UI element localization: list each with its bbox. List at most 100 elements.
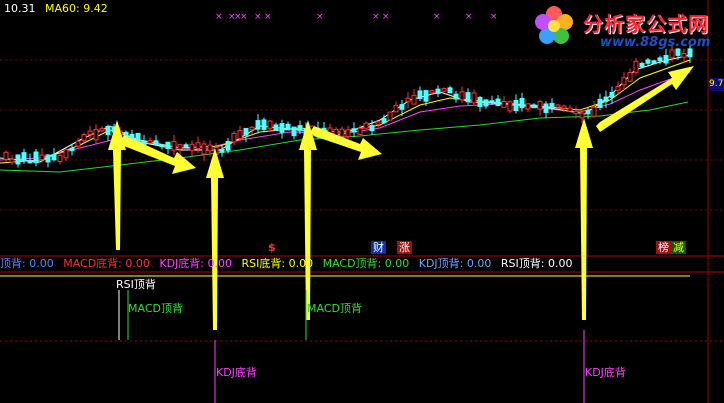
candle-body <box>435 88 441 94</box>
candle-body <box>423 90 429 102</box>
price-label: 10.31 <box>4 2 36 15</box>
indicator-top-div: 顶背: 0.00 <box>0 257 54 270</box>
candles <box>3 43 693 168</box>
candle-body <box>9 158 15 163</box>
candle-body <box>147 140 153 144</box>
cross-marker: × <box>372 12 380 22</box>
event-tag-zhang[interactable]: 涨 <box>397 241 412 254</box>
candle-body <box>165 141 171 150</box>
candle-body <box>261 119 267 130</box>
candle-body <box>471 92 477 104</box>
candle-body <box>507 101 513 112</box>
cross-marker: × <box>465 12 473 22</box>
candle-body <box>489 100 495 104</box>
candle-body <box>183 144 189 148</box>
candle-body <box>93 128 99 141</box>
indicator-kdj-top: KDJ顶背: 0.00 <box>418 257 492 270</box>
candle-body <box>267 120 273 129</box>
candle-body <box>375 121 381 125</box>
logo-url: www.88gs.com <box>600 35 711 50</box>
logo-title: 分析家公式网 <box>583 12 709 36</box>
candle-body <box>27 159 33 164</box>
candle-body <box>543 103 549 113</box>
candle-body <box>477 96 483 107</box>
candle-body <box>159 144 165 148</box>
event-tag-bang[interactable]: 榜 <box>656 241 671 254</box>
ma-legend: 10.31 MA60: 9.42 <box>4 2 108 15</box>
signal-kdj-bottom-1: KDJ底背 <box>216 366 257 379</box>
candle-body <box>177 144 183 150</box>
indicator-macd-top: MACD顶背: 0.00 <box>322 257 410 270</box>
up-arrow-3 <box>299 120 317 320</box>
candle-body <box>21 152 27 162</box>
cross-marker: × <box>264 12 272 22</box>
cross-marker: × <box>382 12 390 22</box>
candle-body <box>537 100 543 110</box>
event-tag-cai[interactable]: 财 <box>371 241 386 254</box>
candle-body <box>237 130 243 140</box>
cross-marker: × <box>490 12 498 22</box>
candle-body <box>399 104 405 110</box>
candle-body <box>69 147 75 152</box>
candle-body <box>99 128 105 132</box>
candle-body <box>579 112 585 119</box>
candle-body <box>447 87 453 94</box>
candle-body <box>63 149 69 159</box>
signal-rsi-top: RSI顶背 <box>116 278 156 291</box>
candle-body <box>615 85 621 91</box>
candle-body <box>87 130 93 135</box>
candle-body <box>459 91 465 101</box>
candle-body <box>195 142 201 150</box>
up-arrow-4 <box>575 118 593 320</box>
candle-body <box>231 133 237 143</box>
candle-body <box>627 72 633 82</box>
candle-body <box>441 87 447 92</box>
candle-body <box>345 129 351 138</box>
candle-body <box>339 128 345 137</box>
candle-body <box>549 102 555 108</box>
candle-body <box>297 125 303 132</box>
candle-body <box>573 110 579 115</box>
up-arrow-2 <box>206 148 224 330</box>
candle-body <box>285 123 291 131</box>
candle-body <box>3 151 9 160</box>
cross-marker: × <box>254 12 262 22</box>
indicator-kdj-bottom: KDJ底背: 0.00 <box>159 257 232 270</box>
candle-body <box>357 127 363 135</box>
candle-body <box>39 154 45 161</box>
cross-marker: × <box>433 12 441 22</box>
candle-body <box>387 111 393 121</box>
candle-body <box>567 107 573 112</box>
indicator-macd-bottom: MACD底背: 0.00 <box>63 257 150 270</box>
candle-body <box>417 90 423 99</box>
candle-body <box>663 55 669 64</box>
candle-body <box>531 104 537 109</box>
candle-body <box>585 110 591 115</box>
candle-body <box>291 126 297 137</box>
candle-body <box>519 97 525 109</box>
candle-body <box>657 57 663 62</box>
candle-body <box>555 104 561 108</box>
cross-marker: × <box>240 12 248 22</box>
candle-body <box>225 141 231 151</box>
candle-body <box>249 126 255 131</box>
candle-body <box>171 141 177 151</box>
candle-body <box>651 60 657 65</box>
candle-body <box>105 125 111 136</box>
candle-body <box>81 134 87 142</box>
top-markers: × ××× × × × × × × × × <box>215 12 498 22</box>
indicator-rsi-bottom: RSI底背: 0.00 <box>241 257 314 270</box>
candle-body <box>501 100 507 108</box>
signal-macd-top-2: MACD顶背 <box>307 302 362 315</box>
candle-body <box>369 125 375 132</box>
candle-body <box>57 154 63 162</box>
candle-body <box>429 90 435 94</box>
candle-body <box>645 59 651 64</box>
cross-marker: × <box>215 12 223 22</box>
candle-body <box>483 99 489 107</box>
candle-body <box>411 94 417 105</box>
candle-body <box>201 143 207 155</box>
event-tag-jian[interactable]: 减 <box>671 241 686 254</box>
candlestick-chart[interactable]: × ××× × × × × × × × × <box>0 0 724 403</box>
event-tag-dollar[interactable]: $ <box>266 241 278 254</box>
